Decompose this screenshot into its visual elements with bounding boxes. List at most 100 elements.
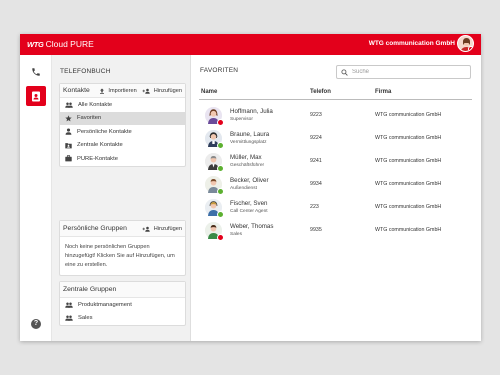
phone-icon [32, 68, 40, 76]
import-button[interactable]: Importieren [99, 87, 137, 94]
contacts-item-label: PURE-Kontakte [77, 155, 118, 162]
contacts-card: Kontakte Importieren Hinzufügen Alle Kon… [59, 83, 186, 167]
contact-avatar [205, 153, 224, 172]
central-group-label: Sales [78, 315, 93, 322]
contact-name: Fischer, Sven [230, 200, 268, 207]
contact-role: Call Center Agent [230, 209, 268, 214]
favorites-title: FAVORITEN [200, 67, 239, 74]
brand-prefix: WTG [27, 40, 44, 49]
contact-phone[interactable]: 9241 [310, 158, 322, 164]
contact-phone[interactable]: 9223 [310, 112, 322, 118]
contact-name: Braune, Laura [230, 131, 270, 138]
user-presence-dot [468, 46, 473, 51]
presence-dot [217, 234, 224, 241]
top-bar: WTG Cloud PURE WTG communication GmbH [20, 34, 481, 55]
contact-company: WTG communication GmbH [375, 135, 442, 141]
contact-name: Weber, Thomas [230, 223, 274, 230]
table-row[interactable]: Fischer, Sven Call Center Agent 223 WTG … [199, 197, 472, 219]
contact-phone[interactable]: 223 [310, 204, 319, 210]
table-row[interactable]: Becker, Oliver Außendienst 9934 WTG comm… [199, 174, 472, 196]
contact-avatar [205, 107, 224, 126]
group-icon [65, 102, 73, 108]
star-icon [65, 115, 72, 122]
presence-dot [217, 211, 224, 218]
presence-dot [217, 188, 224, 195]
contacts-item-label: Persönliche Kontakte [77, 128, 132, 135]
search-icon [341, 68, 348, 76]
import-label: Importieren [108, 87, 137, 94]
table-row[interactable]: Braune, Laura Vermittlungsplatz 9224 WTG… [199, 128, 472, 150]
contact-company: WTG communication GmbH [375, 181, 442, 187]
contacts-item-favorites[interactable]: Favoriten [60, 111, 185, 125]
table-row[interactable]: Hoffmann, Julia Supervisor 9223 WTG comm… [199, 105, 472, 127]
contacts-item-central[interactable]: Zentrale Kontakte [60, 139, 185, 153]
contact-role: Sales [230, 232, 242, 237]
column-header-company[interactable]: Firma [375, 89, 391, 95]
presence-dot [217, 165, 224, 172]
contact-phone[interactable]: 9935 [310, 227, 322, 233]
add-person-icon [142, 226, 150, 232]
brand-name: Cloud PURE [45, 39, 94, 49]
favorites-panel: FAVORITEN Name Telefon Firma [192, 55, 481, 341]
group-icon [65, 315, 73, 321]
contact-role: Vermittlungsplatz [230, 140, 267, 145]
personal-groups-empty-text: Noch keine persönlichen Gruppen hinzugef… [65, 244, 175, 268]
central-groups-card: Zentrale Gruppen Produktmanagement Sales [59, 281, 186, 326]
presence-dot [217, 119, 224, 126]
personal-groups-card: Persönliche Gruppen Hinzufügen Noch kein… [59, 220, 186, 276]
contact-avatar [205, 176, 224, 195]
user-avatar[interactable] [457, 35, 474, 52]
search-input[interactable] [352, 69, 462, 75]
nav-phone[interactable] [26, 62, 46, 82]
add-person-icon [142, 88, 150, 94]
presence-dot [217, 142, 224, 149]
nav-contacts[interactable] [26, 86, 46, 106]
contact-phone[interactable]: 9224 [310, 135, 322, 141]
contacts-card-header: Kontakte Importieren Hinzufügen [60, 84, 185, 98]
nav-help[interactable]: ? [26, 314, 46, 334]
central-group-item[interactable]: Produktmanagement [60, 298, 185, 312]
contact-role: Geschäftsführer [230, 163, 265, 168]
column-header-name[interactable]: Name [201, 89, 217, 95]
central-group-item[interactable]: Sales [60, 312, 185, 326]
contact-phone[interactable]: 9934 [310, 181, 322, 187]
table-row[interactable]: Weber, Thomas Sales 9935 WTG communicati… [199, 220, 472, 242]
upload-icon [100, 88, 105, 94]
add-contact-button[interactable]: Hinzufügen [142, 88, 182, 94]
personal-groups-header: Persönliche Gruppen Hinzufügen [60, 221, 185, 237]
contact-role: Supervisor [230, 117, 253, 122]
column-header-phone[interactable]: Telefon [310, 89, 331, 95]
contacts-item-personal[interactable]: Persönliche Kontakte [60, 125, 185, 139]
contacts-item-label: Zentrale Kontakte [77, 142, 123, 149]
contact-name: Hoffmann, Julia [230, 108, 273, 115]
table-row[interactable]: Müller, Max Geschäftsführer 9241 WTG com… [199, 151, 472, 173]
add-contact-label: Hinzufügen [153, 87, 182, 94]
phonebook-title: TELEFONBUCH [60, 68, 111, 75]
contacts-item-label: Alle Kontakte [78, 101, 113, 108]
help-icon: ? [31, 319, 41, 329]
add-group-label: Hinzufügen [153, 225, 182, 232]
contacts-item-label: Favoriten [77, 115, 102, 122]
contacts-heading: Kontakte [63, 87, 90, 94]
contact-name: Müller, Max [230, 154, 262, 161]
person-icon [65, 128, 72, 135]
contact-name: Becker, Oliver [230, 177, 269, 184]
contact-company: WTG communication GmbH [375, 227, 442, 233]
contact-avatar [205, 130, 224, 149]
contacts-item-pure[interactable]: PURE-Kontakte [60, 152, 185, 166]
contacts-item-all[interactable]: Alle Kontakte [60, 98, 185, 112]
folder-contacts-icon [65, 142, 72, 149]
app-window: WTG Cloud PURE WTG communication GmbH ? … [20, 34, 481, 341]
search-box[interactable] [336, 65, 471, 79]
phonebook-panel: TELEFONBUCH Kontakte Importieren Hinzufü… [52, 55, 191, 341]
contacts-book-icon [32, 91, 40, 101]
personal-groups-heading: Persönliche Gruppen [63, 225, 127, 232]
contact-company: WTG communication GmbH [375, 204, 442, 210]
contact-avatar [205, 222, 224, 241]
table-header: Name Telefon Firma [199, 86, 472, 100]
contact-company: WTG communication GmbH [375, 158, 442, 164]
contact-role: Außendienst [230, 186, 257, 191]
add-group-button[interactable]: Hinzufügen [142, 226, 182, 232]
central-groups-header: Zentrale Gruppen [60, 282, 185, 298]
briefcase-icon [65, 155, 72, 162]
